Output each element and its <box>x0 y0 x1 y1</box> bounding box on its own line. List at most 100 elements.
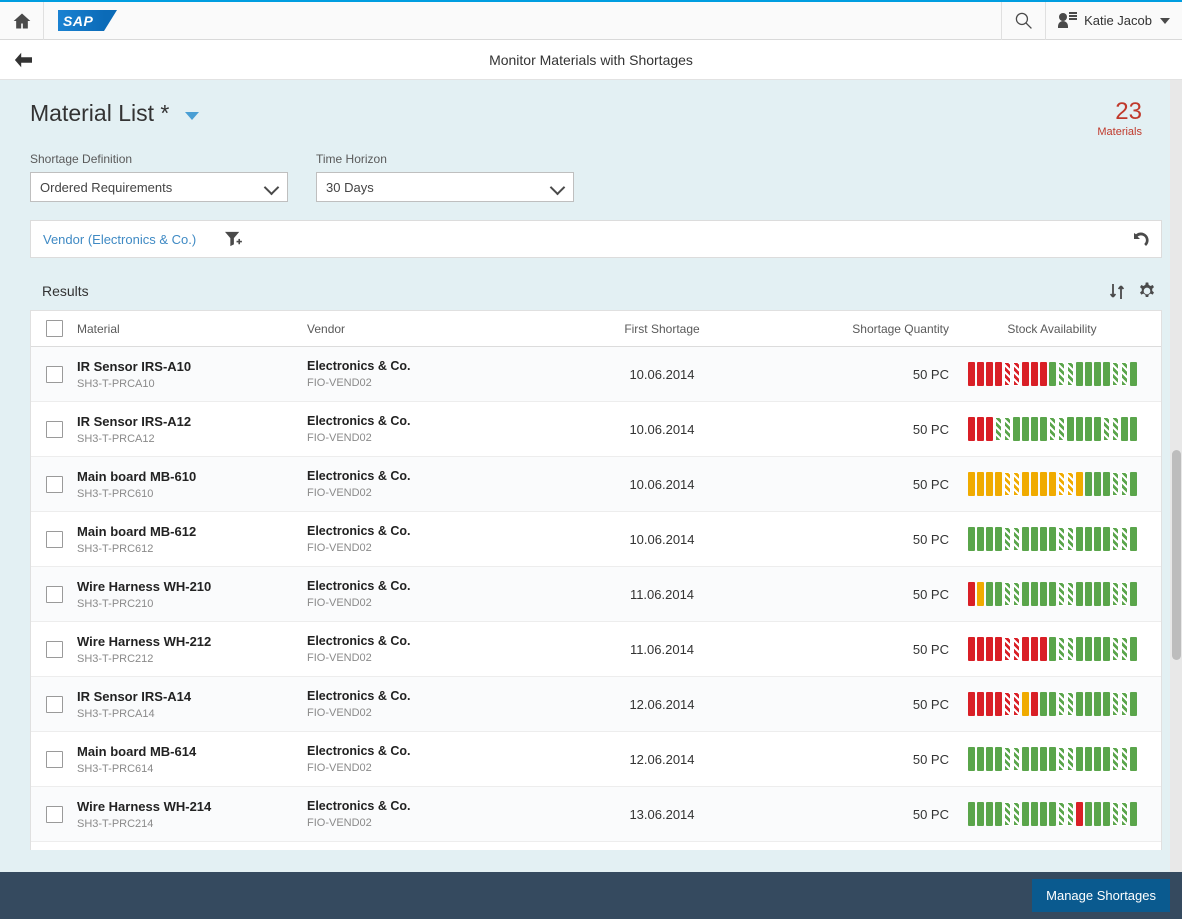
time-horizon-group: Time Horizon 30 Days <box>316 152 574 202</box>
active-filter-link[interactable]: Vendor (Electronics & Co.) <box>43 232 196 247</box>
stock-bar-green-h <box>1111 582 1119 606</box>
table-row[interactable]: IR Sensor IRS-A10 SH3-T-PRCA10 Electronics… <box>31 347 1161 402</box>
stock-bar-green-h <box>1057 417 1065 441</box>
stock-bar-green <box>1030 417 1038 441</box>
stock-bar-green <box>994 582 1002 606</box>
sort-button[interactable] <box>1102 277 1132 305</box>
material-id: SH3-T-PRCA10 <box>77 377 155 390</box>
cell-stock-availability[interactable] <box>957 362 1147 386</box>
column-header-vendor[interactable]: Vendor <box>307 322 537 336</box>
filter-add-icon[interactable] <box>224 231 243 247</box>
cell-stock-availability[interactable] <box>957 417 1147 441</box>
home-button[interactable] <box>0 1 44 40</box>
column-header-material[interactable]: Material <box>77 322 307 336</box>
main-content: Material List * 23 Materials Shortage De… <box>0 80 1182 919</box>
table-row[interactable]: Wire Harness WH-210 SH3-T-PRC210 Electroni… <box>31 567 1161 622</box>
row-checkbox[interactable] <box>45 585 63 603</box>
stock-bar-green-h <box>1111 362 1119 386</box>
stock-bar-green-h <box>1057 692 1065 716</box>
cell-material: Main board MB-614 SH3-T-PRC614 <box>77 744 307 775</box>
table-row[interactable]: Wire Harness WH-214 SH3-T-PRC214 Electroni… <box>31 787 1161 842</box>
content-scrollbar[interactable] <box>1170 80 1182 919</box>
stock-bar-orange-h <box>1057 472 1065 496</box>
stock-bar-green-h <box>1012 747 1020 771</box>
stock-bar-green <box>994 802 1002 826</box>
table-row[interactable]: Wire Harness WH-212 SH3-T-PRC212 Electroni… <box>31 622 1161 677</box>
row-checkbox[interactable] <box>45 750 63 768</box>
material-counter: 23 Materials <box>1097 100 1162 139</box>
row-select-cell <box>31 805 77 823</box>
column-header-stock-availability[interactable]: Stock Availability <box>957 322 1147 336</box>
cell-stock-availability[interactable] <box>957 637 1147 661</box>
cell-vendor: Electronics & Co. FIO-VEND02 <box>307 744 537 774</box>
cell-stock-availability[interactable] <box>957 747 1147 771</box>
row-select-cell <box>31 530 77 548</box>
stock-bar-orange <box>985 472 993 496</box>
cell-stock-availability[interactable] <box>957 802 1147 826</box>
vendor-id: FIO-VEND02 <box>307 377 372 389</box>
stock-bar-green-h <box>1066 527 1074 551</box>
chevron-down-icon[interactable] <box>185 111 200 120</box>
undo-icon[interactable] <box>1131 230 1151 248</box>
stock-bar-green <box>985 582 993 606</box>
select-all-checkbox[interactable] <box>45 320 63 337</box>
stock-bar-green <box>1048 747 1056 771</box>
stock-bar-red-h <box>1003 637 1011 661</box>
vendor-name: Electronics & Co. <box>307 524 411 538</box>
stock-bar-green <box>1039 692 1047 716</box>
stock-bar-red <box>985 417 993 441</box>
stock-bar-green-h <box>1111 637 1119 661</box>
cell-material: IR Sensor IRS-A10 SH3-T-PRCA10 <box>77 359 307 390</box>
gear-icon <box>1140 282 1154 298</box>
table-row[interactable]: Main board MB-612 SH3-T-PRC612 Electronics… <box>31 512 1161 567</box>
shortage-definition-label: Shortage Definition <box>30 152 133 166</box>
stock-bar-green <box>1021 802 1029 826</box>
sort-icon <box>1109 283 1124 299</box>
sap-logo[interactable]: SAP <box>58 10 117 31</box>
row-checkbox[interactable] <box>45 640 63 658</box>
table-row[interactable]: IR Sensor IRS-A14 SH3-T-PRCA14 Electronics… <box>31 677 1161 732</box>
chevron-down-icon <box>1160 17 1170 24</box>
stock-bar-red <box>994 637 1002 661</box>
cell-shortage-quantity: 50 PC <box>912 806 949 822</box>
stock-bar-green <box>1093 637 1101 661</box>
vendor-name: Electronics & Co. <box>307 579 411 593</box>
scrollbar-thumb[interactable] <box>1172 450 1181 660</box>
stock-bar-green <box>1129 747 1137 771</box>
stock-bar-red <box>967 417 975 441</box>
row-checkbox[interactable] <box>45 805 63 823</box>
row-checkbox[interactable] <box>45 695 63 713</box>
table-body: IR Sensor IRS-A10 SH3-T-PRCA10 Electronics… <box>31 347 1161 842</box>
shell-bar: SAP Katie Jacob <box>0 0 1182 40</box>
row-checkbox[interactable] <box>45 365 63 383</box>
table-row[interactable]: Main board MB-614 SH3-T-PRC614 Electronics… <box>31 732 1161 787</box>
settings-button[interactable] <box>1132 277 1162 305</box>
manage-shortages-button[interactable]: Manage Shortages <box>1032 879 1170 912</box>
time-horizon-select[interactable]: 30 Days <box>316 172 574 202</box>
cell-stock-availability[interactable] <box>957 582 1147 606</box>
stock-bar-green-h <box>1012 582 1020 606</box>
back-button[interactable] <box>0 40 46 80</box>
stock-bar-green-h <box>1057 637 1065 661</box>
cell-stock-availability[interactable] <box>957 692 1147 716</box>
cell-vendor: Electronics & Co. FIO-VEND02 <box>307 359 537 389</box>
column-header-shortage-quantity[interactable]: Shortage Quantity <box>787 322 957 336</box>
material-id: SH3-T-PRC610 <box>77 487 154 500</box>
stock-bar-red <box>1039 362 1047 386</box>
table-row[interactable]: IR Sensor IRS-A12 SH3-T-PRCA12 Electronics… <box>31 402 1161 457</box>
cell-stock-availability[interactable] <box>957 472 1147 496</box>
select-all-cell <box>31 320 77 337</box>
stock-bar-green <box>1129 692 1137 716</box>
vendor-name: Electronics & Co. <box>307 414 411 428</box>
row-checkbox[interactable] <box>45 530 63 548</box>
variant-selector[interactable]: Material List * <box>30 100 200 127</box>
user-menu-button[interactable]: Katie Jacob <box>1045 1 1182 40</box>
row-checkbox[interactable] <box>45 420 63 438</box>
search-button[interactable] <box>1001 1 1045 40</box>
column-header-first-shortage[interactable]: First Shortage <box>537 322 787 336</box>
row-checkbox[interactable] <box>45 475 63 493</box>
shortage-definition-select[interactable]: Ordered Requirements <box>30 172 288 202</box>
cell-stock-availability[interactable] <box>957 527 1147 551</box>
table-row[interactable]: Main board MB-610 SH3-T-PRC610 Electronics… <box>31 457 1161 512</box>
user-icon <box>1058 12 1078 29</box>
